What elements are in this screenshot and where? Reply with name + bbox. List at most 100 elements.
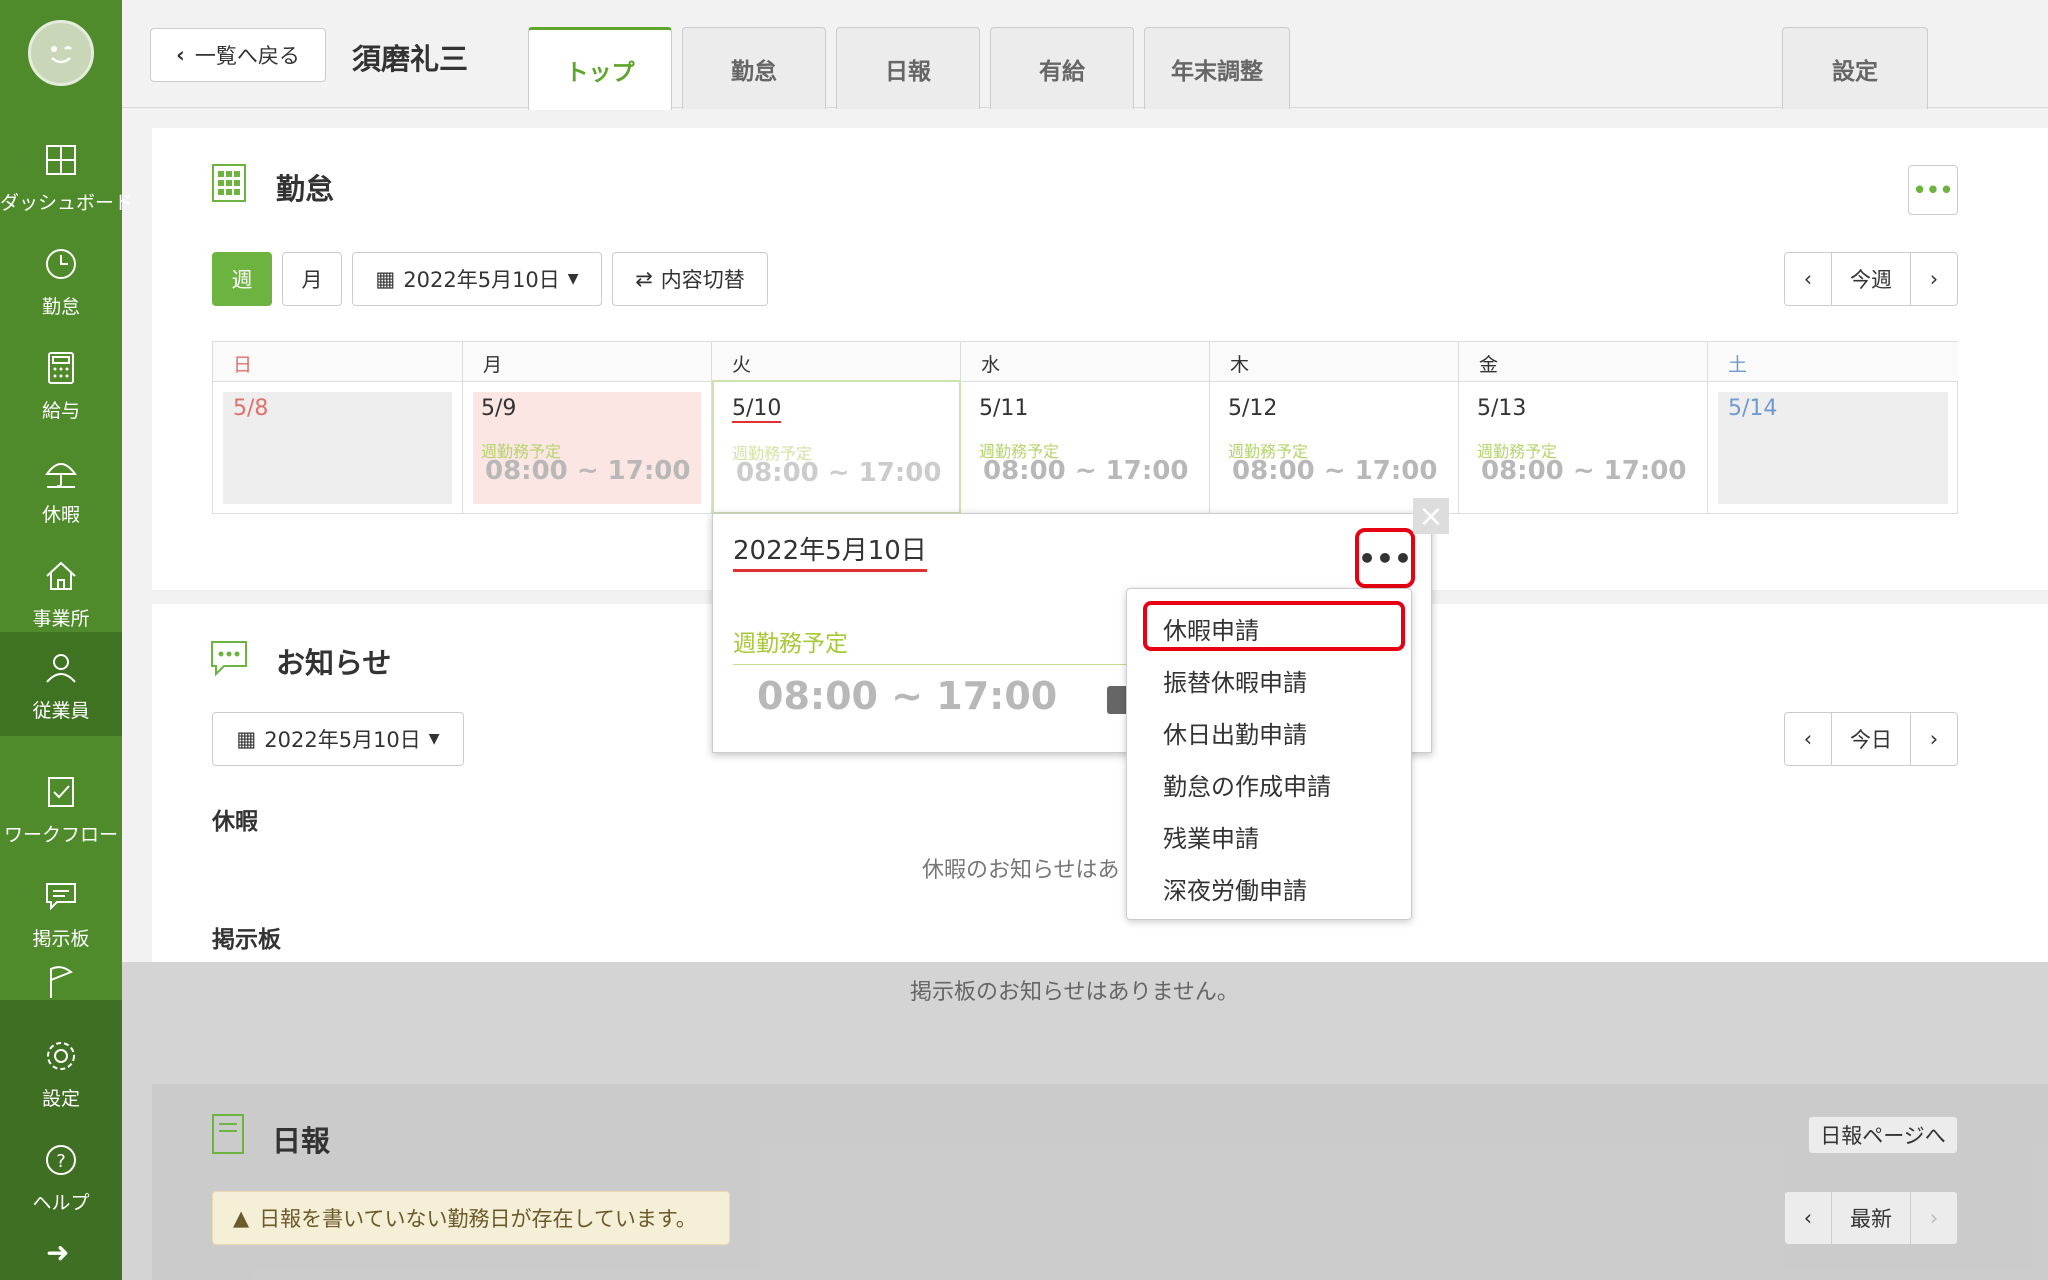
attendance-title: 勤怠	[276, 172, 335, 206]
tab-top[interactable]: トップ	[528, 27, 672, 110]
day-header-mon: 月	[463, 342, 712, 382]
menu-item-leave-request[interactable]: 休暇申請	[1163, 611, 1259, 646]
day-cell-fri[interactable]: 5/13 週勤務予定 08:00 ~ 17:00	[1459, 382, 1708, 514]
home-icon	[46, 561, 76, 590]
switch-content-button[interactable]: ⇄ 内容切替	[612, 252, 768, 306]
sidebar-item-flag[interactable]	[0, 962, 122, 1002]
day-header-thu: 木	[1210, 342, 1459, 382]
daily-report-title: 日報	[272, 1124, 331, 1158]
smiley-icon	[51, 46, 72, 64]
tab-attendance[interactable]: 勤怠	[682, 27, 826, 109]
day-time: 08:00 ~ 17:00	[736, 458, 942, 488]
caret-down-icon: ▼	[428, 731, 440, 747]
avatar[interactable]	[28, 20, 94, 86]
today-button[interactable]: 今日	[1831, 712, 1911, 766]
sidebar-item-label: 勤怠	[41, 296, 80, 318]
back-button[interactable]: ‹ 一覧へ戻る	[150, 28, 326, 82]
view-month-button[interactable]: 月	[282, 252, 342, 306]
notices-title: お知らせ	[276, 646, 392, 680]
employee-name: 須磨礼三	[352, 42, 469, 76]
attendance-more-button[interactable]: •••	[1908, 165, 1958, 215]
day-date: 5/13	[1477, 396, 1527, 421]
sidebar-item-label: 休暇	[41, 504, 80, 526]
swap-icon: ⇄	[635, 267, 653, 291]
sidebar-item-payroll[interactable]: 給与	[0, 332, 122, 436]
notices-date-value: 2022年5月10日	[264, 728, 421, 752]
message-icon	[46, 883, 76, 911]
daily-report-panel: 日報 日報ページへ ▲ 日報を書いていない勤務日が存在しています。 ‹ 最新 ›	[152, 1084, 2048, 1280]
next-report-button[interactable]: ›	[1910, 1191, 1958, 1245]
sidebar-item-workflow[interactable]: ワークフロー	[0, 756, 122, 860]
arrow-right-icon[interactable]: ➜	[46, 1236, 69, 1269]
popover-close-button[interactable]: ×	[1413, 498, 1449, 534]
this-week-button[interactable]: 今週	[1831, 252, 1911, 306]
day-date: 5/14	[1728, 396, 1778, 421]
day-time: 08:00 ~ 17:00	[983, 456, 1189, 486]
next-day-button[interactable]: ›	[1910, 712, 1958, 766]
view-week-button[interactable]: 週	[212, 252, 272, 306]
menu-item-attendance-create-request[interactable]: 勤怠の作成申請	[1163, 767, 1331, 802]
day-date: 5/11	[979, 396, 1029, 421]
menu-item-night-work-request[interactable]: 深夜労働申請	[1163, 871, 1307, 906]
sidebar-item-employees[interactable]: 従業員	[0, 632, 122, 736]
date-select[interactable]: ▦ 2022年5月10日 ▼	[352, 252, 602, 306]
sidebar-item-label: ヘルプ	[32, 1192, 90, 1214]
daily-report-page-link[interactable]: 日報ページへ	[1808, 1116, 1958, 1154]
caret-down-icon: ▼	[567, 271, 579, 287]
day-cell-thu[interactable]: 5/12 週勤務予定 08:00 ~ 17:00	[1210, 382, 1459, 514]
sidebar-item-help[interactable]: ? ヘルプ	[0, 1124, 122, 1228]
dashboard-icon	[46, 145, 76, 175]
sidebar-item-label: 掲示板	[32, 928, 90, 950]
day-time: 08:00 ~ 17:00	[1232, 456, 1438, 486]
checklist-icon	[48, 777, 74, 807]
popover-time: 08:00 ~ 17:00	[757, 674, 1058, 718]
day-cell-mon[interactable]: 5/9 週勤務予定 08:00 ~ 17:00	[463, 382, 712, 514]
day-date: 5/8	[233, 396, 269, 421]
sidebar-item-board[interactable]: 掲示板	[0, 860, 122, 964]
request-dropdown-menu: 休暇申請 振替休暇申請 休日出勤申請 勤怠の作成申請 残業申請 深夜労働申請	[1126, 588, 1412, 920]
sidebar: ダッシュボード 勤怠 給与 休暇 事業所 従業員 ワークフロー 掲示板 設定 ?	[0, 0, 134, 1280]
day-cell-sun[interactable]: 5/8	[213, 382, 463, 514]
sidebar-item-label: 設定	[41, 1088, 80, 1110]
sidebar-item-label: 事業所	[32, 608, 90, 630]
sidebar-item-attendance[interactable]: 勤怠	[0, 228, 122, 332]
tab-daily-report[interactable]: 日報	[836, 27, 980, 109]
prev-week-button[interactable]: ‹	[1784, 252, 1832, 306]
daily-report-warning: ▲ 日報を書いていない勤務日が存在しています。	[212, 1191, 730, 1245]
day-cell-sat[interactable]: 5/14	[1708, 382, 1958, 514]
day-time: 08:00 ~ 17:00	[485, 456, 691, 486]
prev-report-button[interactable]: ‹	[1784, 1191, 1832, 1245]
latest-report-button[interactable]: 最新	[1831, 1191, 1911, 1245]
week-calendar: 日 月 火 水 木 金 土 5/8 5/9 週勤務予定 08:00 ~ 17:0…	[212, 341, 1958, 514]
notices-date-select[interactable]: ▦ 2022年5月10日 ▼	[212, 712, 464, 766]
sidebar-item-settings[interactable]: 設定	[0, 1020, 122, 1124]
back-button-label: 一覧へ戻る	[194, 44, 300, 68]
tab-year-end[interactable]: 年末調整	[1144, 27, 1290, 109]
prev-day-button[interactable]: ‹	[1784, 712, 1832, 766]
sidebar-item-leave[interactable]: 休暇	[0, 436, 122, 540]
menu-item-holiday-work-request[interactable]: 休日出勤申請	[1163, 715, 1307, 750]
calendar-icon: ▦	[375, 267, 396, 291]
tab-settings[interactable]: 設定	[1782, 27, 1928, 109]
menu-item-substitute-leave-request[interactable]: 振替休暇申請	[1163, 663, 1307, 698]
popover-more-button[interactable]: •••	[1355, 528, 1415, 588]
day-time: 08:00 ~ 17:00	[1481, 456, 1687, 486]
leave-notice-empty: 休暇のお知らせはあ	[922, 858, 1120, 883]
sidebar-item-label: ワークフロー	[3, 824, 118, 846]
popover-date: 2022年5月10日	[733, 530, 927, 572]
sidebar-item-label: 給与	[41, 400, 80, 422]
sidebar-item-label: ダッシュボード	[0, 192, 134, 214]
sidebar-item-dashboard[interactable]: ダッシュボード	[0, 124, 134, 228]
document-icon	[212, 1114, 244, 1154]
tab-paid-leave[interactable]: 有給	[990, 27, 1134, 109]
next-week-button[interactable]: ›	[1910, 252, 1958, 306]
day-cell-tue[interactable]: 5/10 週勤務予定 08:00 ~ 17:00	[712, 380, 961, 514]
umbrella-icon	[45, 463, 77, 488]
gear-icon	[47, 1042, 75, 1070]
chevron-left-icon: ‹	[176, 43, 185, 67]
warning-icon: ▲	[233, 1206, 250, 1230]
day-cell-wed[interactable]: 5/11 週勤務予定 08:00 ~ 17:00	[961, 382, 1210, 514]
day-header-tue: 火	[712, 342, 961, 382]
menu-item-overtime-request[interactable]: 残業申請	[1163, 819, 1259, 854]
sidebar-item-office[interactable]: 事業所	[0, 540, 122, 644]
